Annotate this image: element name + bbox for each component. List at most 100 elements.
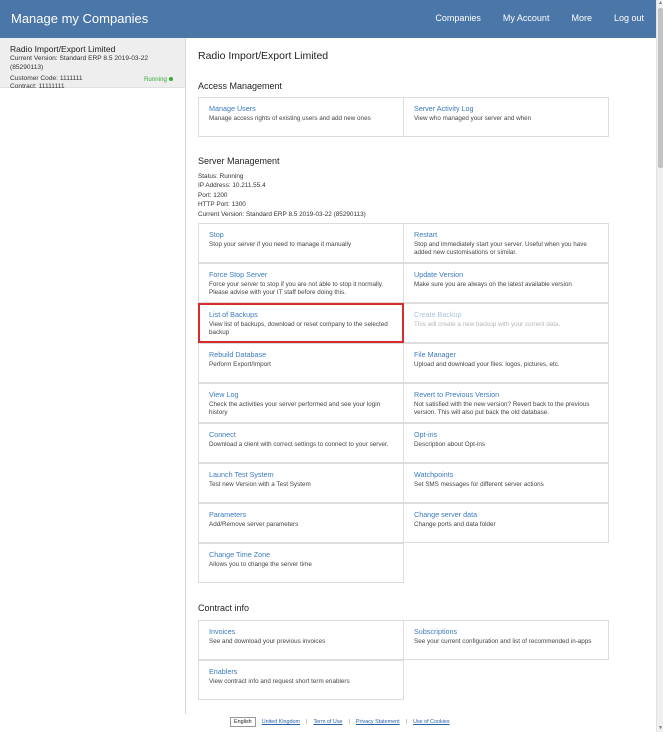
- tile-restart[interactable]: Restart Stop and immediately start your s…: [403, 223, 609, 263]
- scroll-up-arrow-icon[interactable]: ▲: [657, 0, 663, 7]
- link-use-of-cookies[interactable]: Use of Cookies: [413, 719, 450, 725]
- contract-number: Contract: 11111111: [10, 83, 65, 90]
- tile-title[interactable]: Update Version: [414, 270, 598, 280]
- tile-description: Check the activities your server perform…: [209, 401, 381, 416]
- top-nav: Companies My Account More Log out: [413, 13, 644, 23]
- tile-change-time-zone[interactable]: Change Time Zone Allows you to change the…: [198, 543, 404, 583]
- server-management-title: Server Management: [198, 156, 280, 166]
- tile-title[interactable]: Watchpoints: [414, 470, 598, 480]
- server-status: Running: [144, 76, 173, 83]
- contract-info-title: Contract info: [198, 603, 250, 613]
- info-http-port: HTTP Port: 1300: [198, 201, 246, 209]
- link-terms-of-use[interactable]: Term of Use: [313, 719, 342, 725]
- tile-change-server-data[interactable]: Change server data Change ports and data …: [403, 503, 609, 543]
- nav-log-out[interactable]: Log out: [614, 13, 644, 23]
- link-united-kingdom[interactable]: United Kingdom: [262, 719, 300, 725]
- tile-subscriptions[interactable]: Subscriptions See your current configurat…: [403, 620, 609, 660]
- tile-update-version[interactable]: Update Version Make sure you are always o…: [403, 263, 609, 303]
- tile-invoices[interactable]: Invoices See and download your previous i…: [198, 620, 404, 660]
- tile-description: Upload and download your files: logos, p…: [414, 361, 560, 368]
- tile-title[interactable]: Enablers: [209, 667, 393, 677]
- tile-title[interactable]: List of Backups: [209, 310, 393, 320]
- tile-title[interactable]: Stop: [209, 230, 393, 240]
- tile-revert-to-previous-version[interactable]: Revert to Previous Version Not satisfied …: [403, 383, 609, 423]
- tile-manage-users[interactable]: Manage Users Manage access rights of exis…: [198, 97, 404, 137]
- link-privacy-statement[interactable]: Privacy Statement: [356, 719, 400, 725]
- scroll-down-arrow-icon[interactable]: ▼: [657, 725, 663, 732]
- tile-description: Allows you to change the server time: [209, 561, 312, 568]
- tile-description: See your current configuration and list …: [414, 638, 592, 645]
- footer: English United Kingdom | Term of Use | P…: [230, 717, 450, 727]
- sidebar: Radio Import/Export Limited Current Vers…: [0, 38, 186, 714]
- nav-my-account[interactable]: My Account: [503, 13, 550, 23]
- tile-description: View list of backups, download or reset …: [209, 321, 388, 336]
- language-selector[interactable]: English: [230, 717, 256, 727]
- tile-launch-test-system[interactable]: Launch Test System Test new Version with …: [198, 463, 404, 503]
- tile-rebuild-database[interactable]: Rebuild Database Perform Export/Import: [198, 343, 404, 383]
- tile-enablers[interactable]: Enablers View contract info and request s…: [198, 660, 404, 700]
- tile-title[interactable]: Create Backup: [414, 310, 598, 320]
- tile-description: Change ports and data folder: [414, 521, 496, 528]
- tile-title[interactable]: Subscriptions: [414, 627, 598, 637]
- tile-description: Add/Remove server parameters: [209, 521, 299, 528]
- tile-description: Not satisfied with the new version? Reve…: [414, 401, 590, 416]
- info-status: Status: Running: [198, 173, 244, 180]
- footer-separator: |: [306, 719, 308, 725]
- info-version: Current Version: Standard ERP 8.5 2019-0…: [198, 210, 366, 218]
- tile-description: Force your server to stop if you are not…: [209, 281, 384, 296]
- tile-description: Stop your server if you need to manage i…: [209, 241, 352, 248]
- tile-title[interactable]: Connect: [209, 430, 393, 440]
- tile-opt-ins[interactable]: Opt-ins Description about Opt-ins: [403, 423, 609, 463]
- tile-title[interactable]: Invoices: [209, 627, 393, 637]
- footer-separator: |: [348, 719, 350, 725]
- access-management-title: Access Management: [198, 81, 283, 91]
- scroll-thumb[interactable]: [658, 8, 663, 168]
- top-navigation-bar: Manage my Companies Companies My Account…: [0, 0, 656, 38]
- tile-view-log[interactable]: View Log Check the activities your server…: [198, 383, 404, 423]
- tile-parameters[interactable]: Parameters Add/Remove server parameters: [198, 503, 404, 543]
- info-ip: IP Address: 10.211.55.4: [198, 182, 266, 190]
- tile-description: Description about Opt-ins: [414, 441, 486, 448]
- tile-description: Perform Export/Import: [209, 361, 271, 368]
- tile-create-backup: Create Backup This will create a new back…: [403, 303, 609, 343]
- tile-description: View contract info and request short ter…: [209, 678, 350, 685]
- tile-list-of-backups[interactable]: List of Backups View list of backups, dow…: [198, 303, 404, 343]
- tile-title[interactable]: Parameters: [209, 510, 393, 520]
- tile-title[interactable]: Revert to Previous Version: [414, 390, 598, 400]
- tile-title[interactable]: Change Time Zone: [209, 550, 393, 560]
- tile-title[interactable]: Server Activity Log: [414, 104, 598, 114]
- tile-title[interactable]: Launch Test System: [209, 470, 393, 480]
- footer-separator: |: [405, 719, 408, 725]
- app-title[interactable]: Manage my Companies: [11, 11, 148, 26]
- tile-connect[interactable]: Connect Download a client with correct se…: [198, 423, 404, 463]
- tile-description: Make sure you are always on the latest a…: [414, 281, 572, 288]
- status-label: Running: [143, 76, 167, 83]
- page-title: Radio Import/Export Limited: [198, 50, 329, 62]
- tile-force-stop-server[interactable]: Force Stop Server Force your server to st…: [198, 263, 404, 303]
- tile-description: Set SMS messages for different server ac…: [414, 481, 544, 488]
- tile-description: Test new Version with a Test System: [209, 481, 311, 488]
- server-card[interactable]: Radio Import/Export Limited Current Vers…: [0, 38, 185, 90]
- tile-file-manager[interactable]: File Manager Upload and download your fil…: [403, 343, 609, 383]
- tile-description: See and download your previous invoices: [209, 638, 326, 645]
- tile-title[interactable]: File Manager: [414, 350, 598, 360]
- nav-companies[interactable]: Companies: [435, 13, 481, 23]
- tile-title[interactable]: Opt-ins: [414, 430, 598, 440]
- page-scrollbar[interactable]: ▲ ▼: [656, 0, 663, 732]
- tile-stop[interactable]: Stop Stop your server if you need to mana…: [198, 223, 404, 263]
- nav-more[interactable]: More: [571, 13, 592, 23]
- tile-watchpoints[interactable]: Watchpoints Set SMS messages for differen…: [403, 463, 609, 503]
- tile-title[interactable]: View Log: [209, 390, 393, 400]
- tile-title[interactable]: Restart: [414, 230, 598, 240]
- info-port: Port: 1200: [198, 191, 228, 199]
- server-version: Current Version: Standard ERP 8.5 2019-0…: [10, 55, 149, 71]
- tile-description: Download a client with correct settings …: [209, 441, 389, 448]
- tile-description: Manage access rights of existing users a…: [209, 115, 371, 122]
- tile-description: This will create a new backup with your …: [414, 321, 561, 328]
- tile-title[interactable]: Manage Users: [209, 104, 393, 114]
- tile-title[interactable]: Change server data: [414, 510, 598, 520]
- tile-title[interactable]: Rebuild Database: [209, 350, 393, 360]
- tile-title[interactable]: Force Stop Server: [209, 270, 393, 280]
- tile-description: View who managed your server and when: [414, 115, 532, 122]
- tile-server-activity-log[interactable]: Server Activity Log View who managed your…: [403, 97, 609, 137]
